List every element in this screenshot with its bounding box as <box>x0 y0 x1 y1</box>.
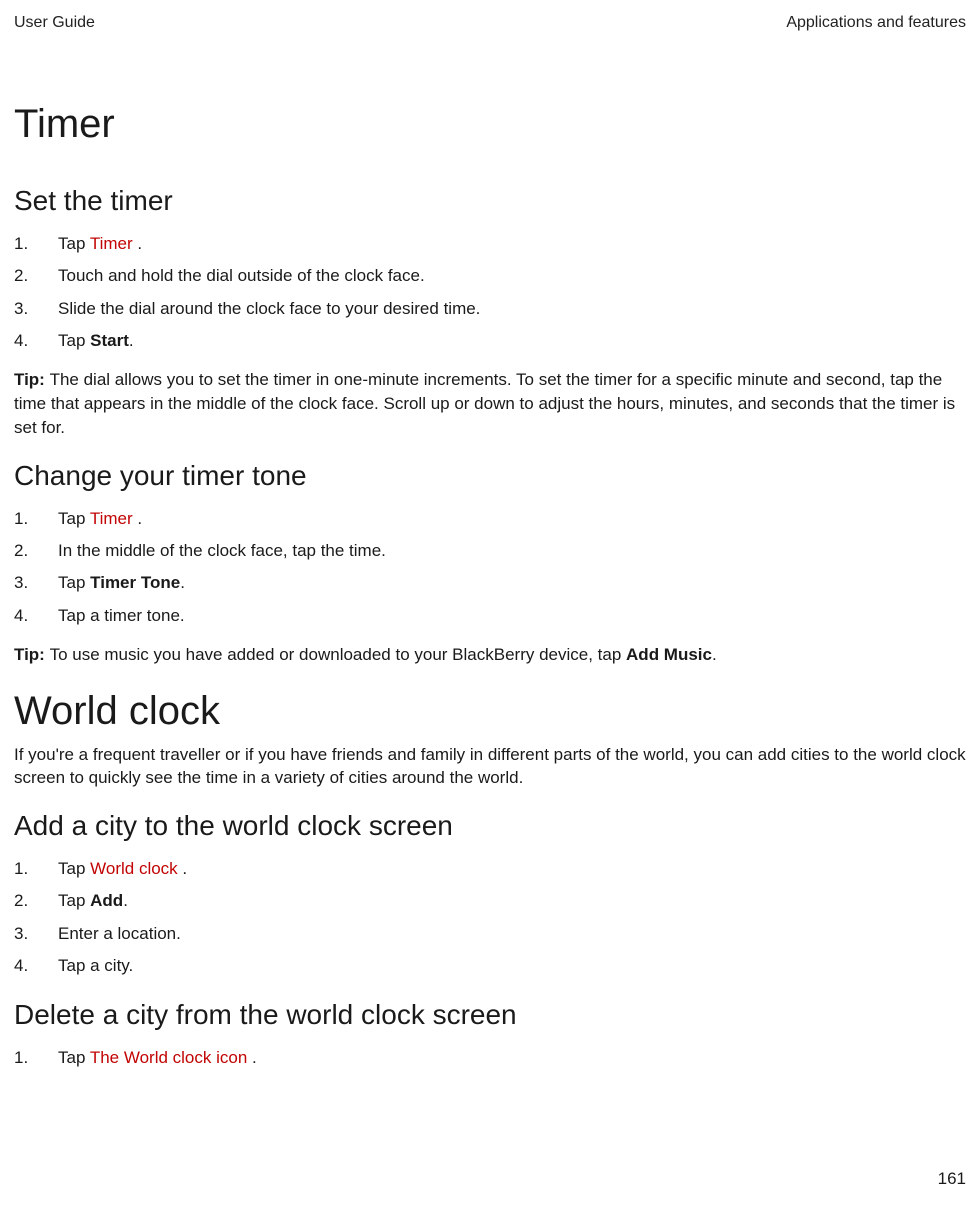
step-text: Touch and hold the dial outside of the c… <box>58 263 966 289</box>
page: User Guide Applications and features Tim… <box>0 0 980 1213</box>
step-text: Tap The World clock icon . <box>58 1045 966 1071</box>
ui-label: Add <box>90 891 123 910</box>
step-number: 3. <box>14 296 58 322</box>
ui-label: Timer <box>90 234 133 253</box>
page-number: 161 <box>938 1169 966 1189</box>
ui-label: Start <box>90 331 129 350</box>
step-text: Tap a timer tone. <box>58 603 966 629</box>
ui-label: World clock <box>90 859 178 878</box>
step-number: 2. <box>14 538 58 564</box>
step-text: In the middle of the clock face, tap the… <box>58 538 966 564</box>
list-item: 2. In the middle of the clock face, tap … <box>14 538 966 564</box>
list-item: 4. Tap Start. <box>14 328 966 354</box>
tip-paragraph: Tip: The dial allows you to set the time… <box>14 368 966 439</box>
list-item: 2. Touch and hold the dial outside of th… <box>14 263 966 289</box>
list-item: 4. Tap a city. <box>14 953 966 979</box>
list-item: 3. Tap Timer Tone. <box>14 570 966 596</box>
step-number: 3. <box>14 570 58 596</box>
tip-paragraph: Tip: To use music you have added or down… <box>14 643 966 667</box>
step-text: Tap World clock . <box>58 856 966 882</box>
step-number: 1. <box>14 506 58 532</box>
tip-text: The dial allows you to set the timer in … <box>14 370 955 437</box>
step-number: 1. <box>14 1045 58 1071</box>
step-text: Slide the dial around the clock face to … <box>58 296 966 322</box>
list-item: 3. Slide the dial around the clock face … <box>14 296 966 322</box>
list-item: 1. Tap Timer . <box>14 231 966 257</box>
ui-label: Timer Tone <box>90 573 180 592</box>
step-text: Tap Start. <box>58 328 966 354</box>
header-left: User Guide <box>14 14 95 32</box>
ui-label: The World clock icon <box>90 1048 247 1067</box>
change-tone-steps: 1. Tap Timer . 2. In the middle of the c… <box>14 506 966 629</box>
step-number: 4. <box>14 953 58 979</box>
heading-change-tone: Change your timer tone <box>14 460 966 492</box>
step-number: 2. <box>14 888 58 914</box>
add-city-steps: 1. Tap World clock . 2. Tap Add. 3. Ente… <box>14 856 966 979</box>
step-text: Tap Timer . <box>58 506 966 532</box>
step-number: 3. <box>14 921 58 947</box>
list-item: 1. Tap World clock . <box>14 856 966 882</box>
world-clock-intro: If you're a frequent traveller or if you… <box>14 744 966 790</box>
heading-world-clock: World clock <box>14 689 966 734</box>
list-item: 1. Tap The World clock icon . <box>14 1045 966 1071</box>
list-item: 4. Tap a timer tone. <box>14 603 966 629</box>
header-right: Applications and features <box>786 14 966 32</box>
list-item: 3. Enter a location. <box>14 921 966 947</box>
heading-timer: Timer <box>14 102 966 147</box>
step-number: 4. <box>14 603 58 629</box>
step-text: Tap a city. <box>58 953 966 979</box>
step-number: 4. <box>14 328 58 354</box>
heading-set-timer: Set the timer <box>14 185 966 217</box>
delete-city-steps: 1. Tap The World clock icon . <box>14 1045 966 1071</box>
step-number: 2. <box>14 263 58 289</box>
ui-label: Timer <box>90 509 133 528</box>
step-text: Enter a location. <box>58 921 966 947</box>
step-text: Tap Timer . <box>58 231 966 257</box>
tip-label: Tip: <box>14 645 50 664</box>
step-number: 1. <box>14 231 58 257</box>
list-item: 2. Tap Add. <box>14 888 966 914</box>
ui-label: Add Music <box>626 645 712 664</box>
tip-label: Tip: <box>14 370 50 389</box>
step-number: 1. <box>14 856 58 882</box>
list-item: 1. Tap Timer . <box>14 506 966 532</box>
heading-delete-city: Delete a city from the world clock scree… <box>14 999 966 1031</box>
page-header: User Guide Applications and features <box>14 14 966 32</box>
step-text: Tap Timer Tone. <box>58 570 966 596</box>
step-text: Tap Add. <box>58 888 966 914</box>
set-timer-steps: 1. Tap Timer . 2. Touch and hold the dia… <box>14 231 966 354</box>
heading-add-city: Add a city to the world clock screen <box>14 810 966 842</box>
